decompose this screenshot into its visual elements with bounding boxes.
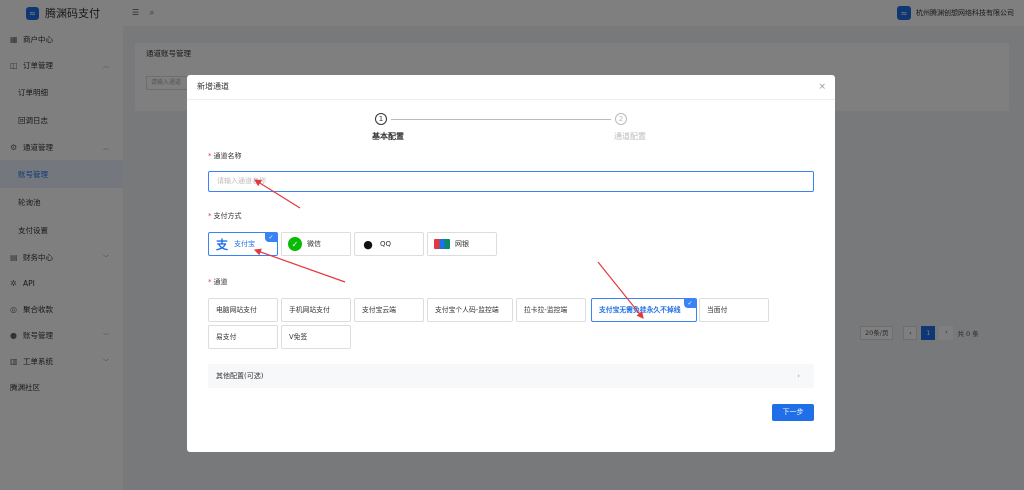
step-connector <box>391 119 611 120</box>
next-step-button[interactable]: 下一步 <box>772 404 814 421</box>
add-channel-modal: 新增通道 × 1 2 基本配置 通道配置 * 通道名称 请输入通道名称 * 支付方式… <box>187 75 835 452</box>
pay-method-label: * 支付方式 <box>208 212 242 220</box>
channel-option[interactable]: 电脑网站支付 <box>208 298 278 322</box>
step-1-indicator: 1 <box>375 113 387 125</box>
pay-option-alipay[interactable]: 支 支付宝 ✓ <box>208 232 278 256</box>
step-1-label: 基本配置 <box>372 132 404 141</box>
modal-header: 新增通道 × <box>187 75 835 100</box>
step-2-indicator: 2 <box>615 113 627 125</box>
pay-option-unionpay[interactable]: 网银 <box>427 232 497 256</box>
channel-label: * 通道 <box>208 278 228 286</box>
close-icon[interactable]: × <box>818 75 826 99</box>
channel-option[interactable]: 支付宝个人码-监控端 <box>427 298 513 322</box>
unionpay-icon <box>434 239 450 249</box>
channel-option[interactable]: 支付宝云端 <box>354 298 424 322</box>
channel-option[interactable]: V免签 <box>281 325 351 349</box>
wechat-icon: ✓ <box>288 237 302 251</box>
channel-name-input[interactable]: 请输入通道名称 <box>208 171 814 192</box>
pay-option-qq[interactable]: ● QQ <box>354 232 424 256</box>
step-2-label: 通道配置 <box>614 132 646 141</box>
channel-name-label: * 通道名称 <box>208 152 242 160</box>
modal-title: 新增通道 <box>197 82 229 91</box>
alipay-icon: 支 <box>215 237 228 252</box>
qq-icon: ● <box>363 237 373 251</box>
channel-option[interactable]: 易支付 <box>208 325 278 349</box>
channel-option[interactable]: 当面付 <box>699 298 769 322</box>
chevron-right-icon: › <box>797 372 800 380</box>
check-icon: ✓ <box>265 233 277 242</box>
channel-option[interactable]: 拉卡拉-监控端 <box>516 298 586 322</box>
channel-option-selected[interactable]: 支付宝无需免挂永久不掉线 ✓ <box>591 298 697 322</box>
other-config-collapse[interactable]: 其他配置(可选) › <box>208 364 814 388</box>
pay-option-wechat[interactable]: ✓ 微信 <box>281 232 351 256</box>
channel-option[interactable]: 手机网站支付 <box>281 298 351 322</box>
check-icon: ✓ <box>684 299 696 308</box>
